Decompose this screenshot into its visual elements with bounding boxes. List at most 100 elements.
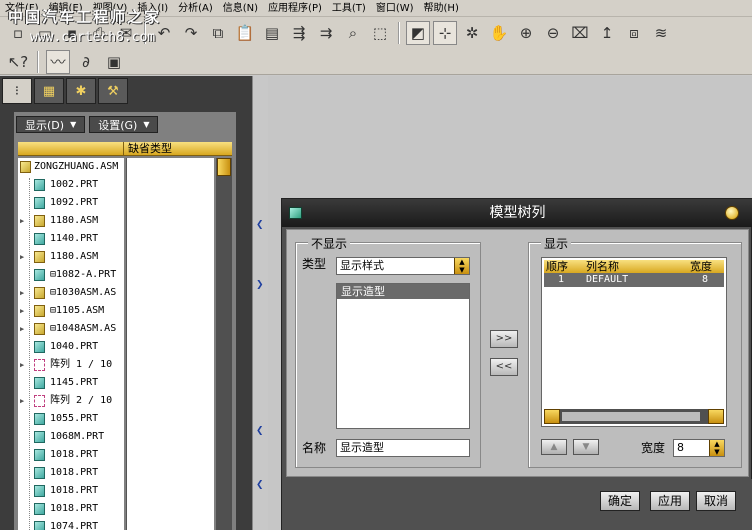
shown-group-label: 显示 — [541, 235, 572, 252]
width-stepper[interactable]: 8 ▲ ▼ — [673, 439, 725, 457]
menu-applications[interactable]: 应用程序(P) — [263, 0, 327, 17]
menu-tools[interactable]: 工具(T) — [327, 0, 371, 17]
move-up-button[interactable]: ▲ — [541, 439, 567, 455]
column-header-name[interactable]: 列名称 — [586, 260, 619, 273]
model-tree-tab-icon[interactable]: ⁝ — [2, 78, 32, 104]
tree-item[interactable]: ▶ 阵列 1 / 10 — [18, 356, 124, 374]
spin-center-icon[interactable]: ✲ — [460, 21, 484, 45]
refit-icon[interactable]: ◩ — [406, 21, 430, 45]
menu-info[interactable]: 信息(N) — [218, 0, 263, 17]
connections-tab-icon[interactable]: ⚒ — [98, 78, 128, 104]
menu-window[interactable]: 窗口(W) — [371, 0, 419, 17]
expand-arrow-icon[interactable]: ▶ — [20, 248, 24, 266]
tree-column-header-name[interactable] — [18, 142, 124, 155]
watermark-url: www.cartech8.com — [30, 30, 156, 45]
saved-views-icon[interactable]: ⧈ — [622, 21, 646, 45]
tree-item[interactable]: 1018.PRT — [18, 464, 124, 482]
move-down-button[interactable]: ▼ — [573, 439, 599, 455]
tree-item[interactable]: 1055.PRT — [18, 410, 124, 428]
name-input[interactable]: 显示造型 — [336, 439, 470, 457]
expand-arrow-icon[interactable]: ❯ — [256, 280, 264, 290]
paste-special-icon[interactable]: ▤ — [260, 21, 284, 45]
orient-icon[interactable]: ⊹ — [433, 21, 457, 45]
scrollbar-thumb[interactable] — [562, 412, 700, 421]
expand-arrow-icon[interactable]: ▶ — [20, 320, 24, 338]
tree-item[interactable]: 1068M.PRT — [18, 428, 124, 446]
tree-column-header-type[interactable]: 缺省类型 — [124, 142, 172, 155]
navigator-splitter[interactable]: ❮ ❯ ❮ ❮ — [252, 76, 268, 530]
screen-icon[interactable]: ▣ — [102, 50, 126, 74]
favorites-tab-icon[interactable]: ✱ — [66, 78, 96, 104]
list-item[interactable]: 显示造型 — [337, 284, 469, 299]
layers-icon[interactable]: ≋ — [649, 21, 673, 45]
copy-icon[interactable]: ⧉ — [206, 21, 230, 45]
tree-item[interactable]: 1140.PRT — [18, 230, 124, 248]
dialog-title-bar[interactable]: 模型树列 — [282, 199, 752, 227]
show-menu-button[interactable]: 显示(D) ▼ — [16, 116, 86, 133]
tree-item[interactable]: ▶ ⊟1048ASM.AS — [18, 320, 124, 338]
remove-column-button[interactable]: << — [490, 358, 518, 376]
expand-arrow-icon[interactable]: ▶ — [20, 356, 24, 374]
reorient-icon[interactable]: ↥ — [595, 21, 619, 45]
tree-item[interactable]: 1145.PRT — [18, 374, 124, 392]
collapse-arrow-icon[interactable]: ❮ — [256, 480, 264, 490]
available-columns-list[interactable]: 显示造型 — [336, 283, 470, 429]
paste-icon[interactable]: 📋 — [233, 21, 257, 45]
regenerate-manager-icon[interactable]: ⇉ — [314, 21, 338, 45]
chevron-down-icon: ▼ — [143, 120, 150, 129]
collapse-arrow-icon[interactable]: ❮ — [256, 220, 264, 230]
zoom-out-icon[interactable]: ⊖ — [541, 21, 565, 45]
tree-item[interactable]: 1018.PRT — [18, 446, 124, 464]
tree-item[interactable]: 1018.PRT — [18, 500, 124, 518]
chevron-updown-icon[interactable]: ▲ ▼ — [454, 258, 469, 274]
select-box-icon[interactable]: ⬚ — [368, 21, 392, 45]
column-header-width[interactable]: 宽度 — [690, 260, 712, 273]
tree-vertical-scrollbar[interactable] — [216, 158, 232, 530]
column-header-order[interactable]: 顺序 — [546, 260, 568, 273]
apply-button[interactable]: 应用 — [650, 491, 690, 511]
context-help-icon[interactable]: ↖? — [6, 50, 30, 74]
zoom-fit-icon[interactable]: ⌧ — [568, 21, 592, 45]
pan-icon[interactable]: ✋ — [487, 21, 511, 45]
tree-item[interactable]: 1092.PRT — [18, 194, 124, 212]
tree-root[interactable]: ZONGZHUANG.ASM — [18, 158, 124, 176]
tree-item[interactable]: ▶ 1180.ASM — [18, 212, 124, 230]
table-row[interactable]: 1 DEFAULT 8 — [544, 273, 724, 287]
table-horizontal-scrollbar[interactable] — [544, 409, 724, 424]
tree-item[interactable]: 1074.PRT — [18, 518, 124, 530]
menu-help[interactable]: 帮助(H) — [419, 0, 464, 17]
type-select[interactable]: 显示样式 ▲ ▼ — [336, 257, 470, 275]
redo-icon[interactable]: ↷ — [179, 21, 203, 45]
tree-item[interactable]: 1002.PRT — [18, 176, 124, 194]
chevron-updown-icon[interactable]: ▲ ▼ — [709, 440, 724, 456]
add-column-button[interactable]: >> — [490, 330, 518, 348]
menu-analysis[interactable]: 分析(A) — [173, 0, 218, 17]
expand-arrow-icon[interactable]: ▶ — [20, 392, 24, 410]
hose-icon[interactable]: ∂ — [74, 50, 98, 74]
settings-menu-button[interactable]: 设置(G) ▼ — [89, 116, 159, 133]
sketch-curve-icon[interactable]: 〰 — [46, 49, 70, 74]
tree-item[interactable]: 1040.PRT — [18, 338, 124, 356]
scroll-left-icon[interactable] — [544, 409, 560, 424]
ok-button[interactable]: 确定 — [600, 491, 640, 511]
scrollbar-thumb[interactable] — [217, 158, 231, 176]
expand-arrow-icon[interactable]: ▶ — [20, 212, 24, 230]
tree-item[interactable]: 1018.PRT — [18, 482, 124, 500]
cancel-button[interactable]: 取消 — [696, 491, 736, 511]
collapse-arrow-icon[interactable]: ❮ — [256, 426, 264, 436]
tree-item[interactable]: ▶ ⊟1030ASM.AS — [18, 284, 124, 302]
tree-item[interactable]: ▶ 阵列 2 / 10 — [18, 392, 124, 410]
tree-item[interactable]: ▶ ⊟1105.ASM — [18, 302, 124, 320]
regenerate-icon[interactable]: ⇶ — [287, 21, 311, 45]
tree-item[interactable]: ▶ 1180.ASM — [18, 248, 124, 266]
assembly-icon — [34, 287, 45, 299]
expand-arrow-icon[interactable]: ▶ — [20, 302, 24, 320]
scroll-right-icon[interactable] — [708, 409, 724, 424]
zoom-in-icon[interactable]: ⊕ — [514, 21, 538, 45]
find-icon[interactable]: ⌕ — [341, 21, 365, 45]
displayed-columns-table[interactable]: 顺序 列名称 宽度 1 DEFAULT 8 — [541, 257, 727, 427]
close-icon[interactable] — [725, 206, 739, 220]
expand-arrow-icon[interactable]: ▶ — [20, 284, 24, 302]
folder-browser-tab-icon[interactable]: ▦ — [34, 78, 64, 104]
tree-item[interactable]: ⊟1082-A.PRT — [18, 266, 124, 284]
